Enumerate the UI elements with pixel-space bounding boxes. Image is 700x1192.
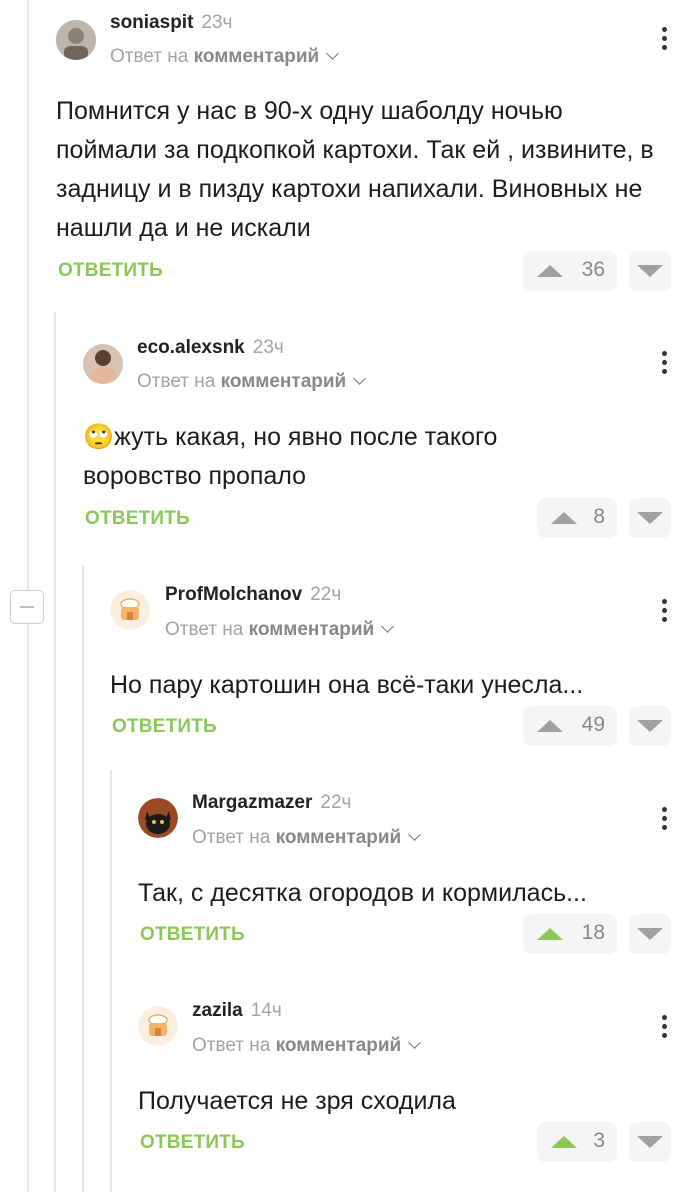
upvote-button[interactable]: 18 [523, 914, 617, 954]
upvote-icon [537, 720, 563, 732]
comment-author[interactable]: soniaspit 23ч [110, 12, 232, 34]
chevron-down-icon [381, 620, 395, 633]
comment-author[interactable]: Margazmazer 22ч [192, 792, 351, 814]
comment: eco.alexsnk 23ч Ответ на комментарий 🙄жут… [0, 320, 700, 550]
comment-time: 23ч [201, 12, 233, 33]
emoji: 🙄 [83, 423, 115, 451]
comment: zazila 14ч Ответ на комментарий Получаетс… [0, 984, 700, 1192]
comment-text: Но пару картошин она всё-таки унесла... [110, 671, 584, 699]
more-options-icon[interactable] [654, 596, 674, 626]
rating-count: 8 [593, 505, 605, 528]
reply-button[interactable]: ОТВЕТИТЬ [140, 1132, 245, 1154]
comment-text: Получается не зря сходила [138, 1087, 456, 1115]
reply-to-link[interactable]: Ответ на комментарий [137, 371, 367, 393]
comment-time: 22ч [320, 792, 352, 813]
rating-count: 49 [581, 713, 605, 736]
reply-to-link[interactable]: Ответ на комментарий [192, 1035, 422, 1057]
rating-count: 3 [593, 1129, 605, 1152]
upvote-icon [537, 928, 563, 940]
reply-button[interactable]: ОТВЕТИТЬ [58, 260, 163, 282]
comment-time: 22ч [310, 584, 342, 605]
reply-button[interactable]: ОТВЕТИТЬ [85, 508, 190, 530]
comment: Margazmazer 22ч Ответ на комментарий Так,… [0, 776, 700, 976]
comment-text: 🙄жуть какая, но явно после такого воровс… [83, 423, 498, 490]
downvote-button[interactable] [629, 914, 671, 954]
comment-author[interactable]: ProfMolchanov 22ч [165, 584, 341, 606]
comment-author[interactable]: zazila 14ч [192, 1000, 282, 1022]
comment: ProfMolchanov 22ч Ответ на комментарий Но… [0, 568, 700, 768]
avatar[interactable] [83, 344, 123, 384]
downvote-button[interactable] [629, 251, 671, 291]
upvote-icon [551, 512, 577, 524]
more-options-icon[interactable] [654, 24, 674, 54]
downvote-button[interactable] [629, 498, 671, 538]
upvote-icon [537, 265, 563, 277]
comment-time: 14ч [250, 1000, 282, 1021]
comment-author[interactable]: eco.alexsnk 23ч [137, 337, 284, 359]
upvote-button[interactable]: 8 [537, 498, 617, 538]
rating-count: 18 [581, 921, 605, 944]
chevron-down-icon [408, 1036, 422, 1049]
reply-button[interactable]: ОТВЕТИТЬ [140, 924, 245, 946]
chevron-down-icon [326, 47, 340, 60]
comment: soniaspit 23ч Ответ на комментарий Помнит… [0, 0, 700, 300]
reply-to-link[interactable]: Ответ на комментарий [192, 827, 422, 849]
reply-to-link[interactable]: Ответ на комментарий [110, 46, 340, 68]
comment-text: Так, с десятка огородов и кормилась... [138, 879, 587, 907]
upvote-icon [551, 1136, 577, 1148]
downvote-button[interactable] [629, 1122, 671, 1162]
rating-count: 36 [581, 258, 605, 281]
downvote-button[interactable] [629, 706, 671, 746]
upvote-button[interactable]: 36 [523, 251, 617, 291]
more-options-icon[interactable] [654, 1012, 674, 1042]
more-options-icon[interactable] [654, 348, 674, 378]
chevron-down-icon [408, 828, 422, 841]
reply-button[interactable]: ОТВЕТИТЬ [112, 716, 217, 738]
reply-to-link[interactable]: Ответ на комментарий [165, 619, 395, 641]
avatar[interactable] [56, 20, 96, 60]
comment-time: 23ч [252, 337, 284, 358]
avatar[interactable] [138, 1006, 178, 1046]
comment-text: Помнится у нас в 90-х одну шаболду ночью… [56, 97, 654, 242]
upvote-button[interactable]: 3 [537, 1122, 617, 1162]
upvote-button[interactable]: 49 [523, 706, 617, 746]
more-options-icon[interactable] [654, 804, 674, 834]
avatar[interactable] [138, 798, 178, 838]
avatar[interactable] [110, 590, 150, 630]
chevron-down-icon [353, 372, 367, 385]
